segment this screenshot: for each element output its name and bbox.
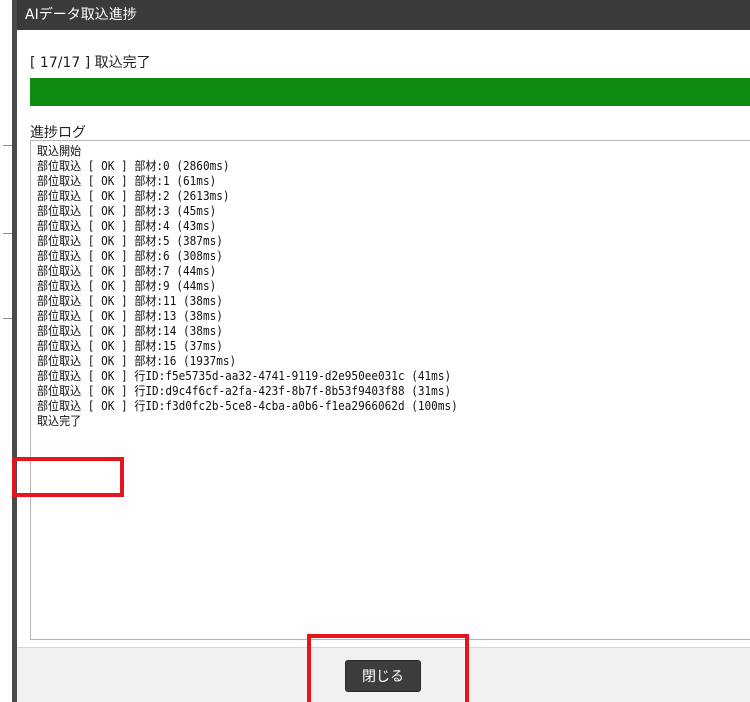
log-label: 進捗ログ (30, 125, 86, 141)
background-divider (3, 145, 12, 146)
dialog-title: AIデータ取込進捗 (17, 0, 750, 30)
log-line: 部位取込 [ OK ] 部材:7 (44ms) (37, 264, 217, 278)
log-lines: 取込開始 部位取込 [ OK ] 部材:0 (2860ms) 部位取込 [ OK ]… (31, 141, 750, 429)
log-line: 部位取込 [ OK ] 部材:2 (2613ms) (37, 189, 230, 203)
log-line: 部位取込 [ OK ] 部材:13 (38ms) (37, 309, 223, 323)
log-line: 部位取込 [ OK ] 行ID:f3d0fc2b-5ce8-4cba-a0b6-… (37, 399, 458, 413)
log-line: 部位取込 [ OK ] 部材:15 (37ms) (37, 339, 223, 353)
dialog-footer: 閉じる (17, 647, 750, 702)
close-button[interactable]: 閉じる (345, 660, 421, 692)
progress-bar-fill (30, 78, 750, 106)
progress-log-textarea[interactable]: 取込開始 部位取込 [ OK ] 部材:0 (2860ms) 部位取込 [ OK ]… (30, 140, 750, 640)
log-line: 部位取込 [ OK ] 部材:3 (45ms) (37, 204, 217, 218)
log-line: 部位取込 [ OK ] 部材:6 (308ms) (37, 249, 223, 263)
log-line: 部位取込 [ OK ] 部材:0 (2860ms) (37, 159, 230, 173)
log-line: 部位取込 [ OK ] 行ID:d9c4f6cf-a2fa-423f-8b7f-… (37, 384, 452, 398)
log-line: 取込完了 (37, 414, 82, 428)
screen: AIデータ取込進捗 [ 17/17 ] 取込完了 進捗ログ 取込開始 部位取込 [… (0, 0, 750, 702)
progress-bar (30, 78, 750, 106)
background-window-edge (0, 0, 12, 702)
background-divider (3, 233, 12, 234)
log-line: 部位取込 [ OK ] 部材:14 (38ms) (37, 324, 223, 338)
log-line: 取込開始 (37, 144, 82, 158)
log-line: 部位取込 [ OK ] 部材:11 (38ms) (37, 294, 223, 308)
progress-status-label: [ 17/17 ] 取込完了 (30, 55, 151, 71)
log-line: 部位取込 [ OK ] 部材:16 (1937ms) (37, 354, 237, 368)
log-line: 部位取込 [ OK ] 部材:9 (44ms) (37, 279, 217, 293)
log-line: 部位取込 [ OK ] 部材:4 (43ms) (37, 219, 217, 233)
dialog-content: [ 17/17 ] 取込完了 進捗ログ 取込開始 部位取込 [ OK ] 部材:0… (17, 30, 750, 647)
log-line: 部位取込 [ OK ] 部材:5 (387ms) (37, 234, 223, 248)
background-divider (3, 318, 12, 319)
log-line: 部位取込 [ OK ] 行ID:f5e5735d-aa32-4741-9119-… (37, 369, 452, 383)
log-line: 部位取込 [ OK ] 部材:1 (61ms) (37, 174, 217, 188)
import-progress-dialog: AIデータ取込進捗 [ 17/17 ] 取込完了 進捗ログ 取込開始 部位取込 [… (12, 0, 750, 702)
